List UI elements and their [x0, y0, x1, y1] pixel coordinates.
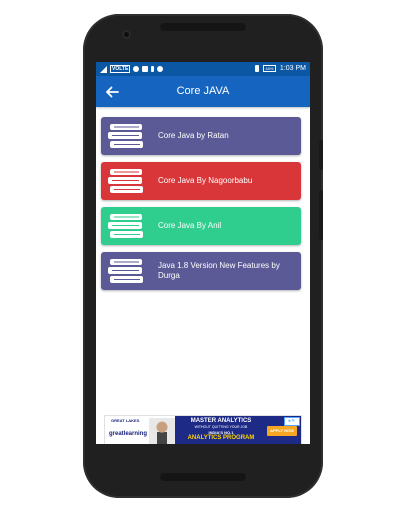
book-stack-icon	[108, 214, 143, 238]
course-card-ratan[interactable]: Core Java by Ratan	[101, 117, 301, 155]
app-screen: VOLTE 48% 1:03 PM Core JAVA Core Java by…	[96, 62, 310, 444]
signal-icon	[100, 65, 107, 73]
data-saver-icon	[133, 66, 140, 72]
course-title: Java 1.8 Version New Features by Durga	[158, 261, 280, 280]
course-title: Core Java by Ratan	[158, 131, 229, 140]
app-toolbar: Core JAVA	[96, 76, 310, 107]
earpiece	[160, 23, 246, 31]
volte-badge: VOLTE	[110, 65, 131, 73]
ad-person-image	[149, 418, 175, 444]
course-title: Core Java By Nagoorbabu	[158, 176, 253, 185]
vibrate-icon	[254, 65, 259, 72]
book-stack-icon	[108, 259, 143, 283]
course-card-anil[interactable]: Core Java By Anil	[101, 207, 301, 245]
front-camera	[122, 30, 131, 39]
ad-program: ANALYTICS PROGRAM	[187, 435, 255, 441]
ad-brand-logo: greatlearning	[109, 431, 148, 437]
power-button	[319, 140, 323, 170]
ad-headline: MASTER ANALYTICS	[190, 418, 252, 424]
battery-icon: 48%	[262, 65, 276, 72]
ad-brand-top: GREAT LAKES	[111, 418, 140, 423]
ad-apply-button[interactable]: APPLY NOW	[267, 426, 297, 436]
image-icon	[142, 66, 149, 72]
book-stack-icon	[108, 169, 143, 193]
ad-banner[interactable]: GREAT LAKES greatlearning MASTER ANALYTI…	[104, 415, 302, 444]
course-card-durga[interactable]: Java 1.8 Version New Features by Durga	[101, 252, 301, 290]
ad-subline: WITHOUT QUITTING YOUR JOB	[194, 425, 248, 429]
page-title: Core JAVA	[176, 85, 230, 97]
status-bar: VOLTE 48% 1:03 PM	[96, 62, 310, 76]
arrow-left-icon	[106, 86, 119, 98]
back-button[interactable]	[102, 82, 122, 102]
volume-button	[319, 190, 323, 240]
bottom-speaker	[160, 473, 246, 481]
course-card-nagoorbabu[interactable]: Core Java By Nagoorbabu	[101, 162, 301, 200]
book-stack-icon	[108, 124, 143, 148]
course-title: Core Java By Anil	[158, 221, 222, 230]
usb-icon	[151, 66, 155, 72]
notification-icon	[157, 66, 164, 72]
status-time: 1:03 PM	[279, 65, 306, 72]
ad-choices-icon[interactable]: ▸✕	[284, 417, 300, 426]
